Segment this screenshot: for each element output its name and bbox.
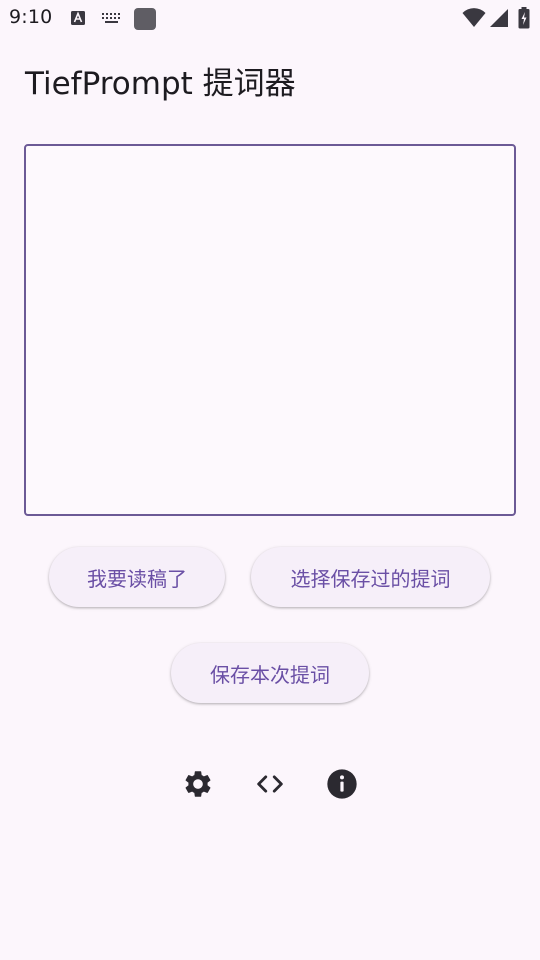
settings-button[interactable] [178,766,218,806]
start-reading-button[interactable]: 我要读稿了 [49,547,225,607]
battery-charging-icon [518,7,530,33]
status-bar: 9:10 [0,0,540,38]
app-screen: 9:10 TiefPrompt 提词器 我要读稿了 选择保存过的提词 保存本次提… [0,0,540,960]
info-icon [326,768,358,804]
keyboard-icon [101,9,123,31]
wifi-icon [462,8,486,32]
code-button[interactable] [250,766,290,806]
a-box-icon [70,9,86,31]
cell-signal-icon [489,8,509,32]
info-button[interactable] [322,766,362,806]
square-notification-icon [133,7,157,35]
status-time: 9:10 [9,6,53,28]
prompt-text-field[interactable] [24,144,516,516]
code-icon [253,767,287,805]
save-prompt-button[interactable]: 保存本次提词 [171,643,369,703]
select-saved-prompt-button[interactable]: 选择保存过的提词 [251,547,490,607]
gear-icon [182,768,214,804]
page-title: TiefPrompt 提词器 [25,66,296,102]
